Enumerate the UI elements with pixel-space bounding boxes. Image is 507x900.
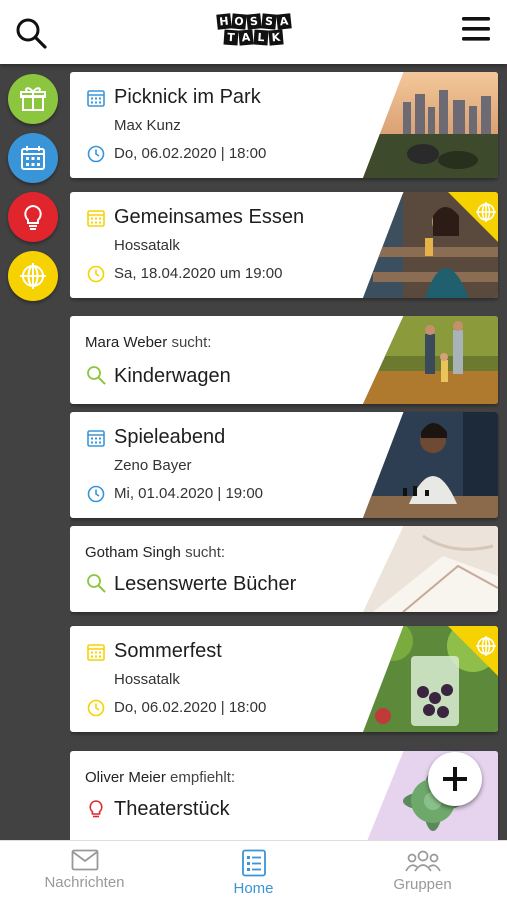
event-photo bbox=[363, 412, 498, 518]
author-verb: sucht: bbox=[171, 334, 212, 351]
author-name: Mara Weber bbox=[85, 334, 168, 351]
global-event-badge bbox=[448, 626, 498, 676]
lightbulb-icon bbox=[24, 204, 42, 230]
clock-icon bbox=[87, 699, 105, 717]
calendar-icon bbox=[87, 90, 105, 107]
group-icon bbox=[404, 850, 441, 872]
search-author: Gotham Singh sucht: bbox=[85, 544, 225, 561]
search-card[interactable]: Mara Weber sucht: Kinderwagen bbox=[70, 316, 498, 404]
nav-label: Nachrichten bbox=[44, 874, 125, 891]
plus-icon bbox=[443, 767, 467, 791]
filter-ideas-button[interactable] bbox=[8, 192, 58, 242]
author-verb: empfiehlt: bbox=[170, 769, 236, 786]
app-header: HOSSA TALK bbox=[0, 0, 507, 64]
event-date: Do, 06.02.2020 | 18:00 bbox=[114, 145, 267, 162]
author-name: Oliver Meier bbox=[85, 769, 166, 786]
bottom-navigation: Nachrichten Home Gruppen bbox=[0, 840, 507, 900]
event-organizer: Zeno Bayer bbox=[114, 457, 192, 474]
search-icon[interactable] bbox=[14, 16, 48, 50]
author-verb: sucht: bbox=[185, 544, 226, 561]
clock-icon bbox=[87, 145, 105, 163]
search-photo bbox=[363, 526, 498, 612]
search-icon bbox=[87, 366, 106, 385]
lightbulb-icon bbox=[89, 800, 103, 818]
envelope-icon bbox=[71, 849, 98, 871]
event-organizer: Hossatalk bbox=[114, 671, 180, 688]
event-date: Sa, 18.04.2020 um 19:00 bbox=[114, 265, 283, 282]
add-post-button[interactable] bbox=[428, 752, 482, 806]
clock-icon bbox=[87, 485, 105, 503]
event-title: Gemeinsames Essen bbox=[114, 206, 305, 228]
gift-icon bbox=[20, 87, 46, 111]
event-organizer: Hossatalk bbox=[114, 237, 180, 254]
event-photo bbox=[363, 72, 498, 178]
hamburger-menu-icon[interactable] bbox=[459, 12, 493, 46]
category-rail bbox=[0, 64, 64, 840]
event-card[interactable]: Spieleabend Zeno Bayer Mi, 01.04.2020 | … bbox=[70, 412, 498, 518]
filter-global-button[interactable] bbox=[8, 251, 58, 301]
event-title: Spieleabend bbox=[114, 426, 226, 448]
event-title: Sommerfest bbox=[114, 640, 222, 662]
nav-label: Gruppen bbox=[393, 876, 452, 893]
recommend-author: Oliver Meier empfiehlt: bbox=[85, 769, 235, 786]
event-organizer: Max Kunz bbox=[114, 117, 181, 134]
event-date: Do, 06.02.2020 | 18:00 bbox=[114, 699, 267, 716]
nav-label: Home bbox=[233, 880, 274, 897]
nav-nachrichten[interactable]: Nachrichten bbox=[0, 841, 169, 900]
clock-icon bbox=[87, 265, 105, 283]
event-title: Picknick im Park bbox=[114, 86, 261, 108]
feed-list: Picknick im Park Max Kunz Do, 06.02.2020… bbox=[70, 64, 500, 840]
calendar-icon bbox=[21, 146, 45, 170]
filter-events-button[interactable] bbox=[8, 133, 58, 183]
calendar-icon bbox=[87, 210, 105, 227]
event-card[interactable]: Gemeinsames Essen Hossatalk Sa, 18.04.20… bbox=[70, 192, 498, 298]
search-photo bbox=[363, 316, 498, 404]
author-name: Gotham Singh bbox=[85, 544, 181, 561]
nav-home[interactable]: Home bbox=[169, 841, 338, 900]
search-author: Mara Weber sucht: bbox=[85, 334, 211, 351]
recommend-title: Theaterstück bbox=[114, 798, 230, 820]
search-icon bbox=[87, 574, 106, 593]
global-event-badge bbox=[448, 192, 498, 242]
event-card[interactable]: Picknick im Park Max Kunz Do, 06.02.2020… bbox=[70, 72, 498, 178]
search-title: Kinderwagen bbox=[114, 365, 231, 387]
search-title: Lesenswerte Bücher bbox=[114, 573, 297, 595]
calendar-icon bbox=[87, 644, 105, 661]
globe-icon bbox=[20, 263, 46, 289]
search-card[interactable]: Gotham Singh sucht: Lesenswerte Bücher bbox=[70, 526, 498, 612]
nav-gruppen[interactable]: Gruppen bbox=[338, 841, 507, 900]
list-icon bbox=[241, 849, 266, 877]
filter-gifts-button[interactable] bbox=[8, 74, 58, 124]
event-card[interactable]: Sommerfest Hossatalk Do, 06.02.2020 | 18… bbox=[70, 626, 498, 732]
event-date: Mi, 01.04.2020 | 19:00 bbox=[114, 485, 264, 502]
hossatalk-logo[interactable]: HOSSA TALK bbox=[215, 13, 292, 46]
calendar-icon bbox=[87, 430, 105, 447]
